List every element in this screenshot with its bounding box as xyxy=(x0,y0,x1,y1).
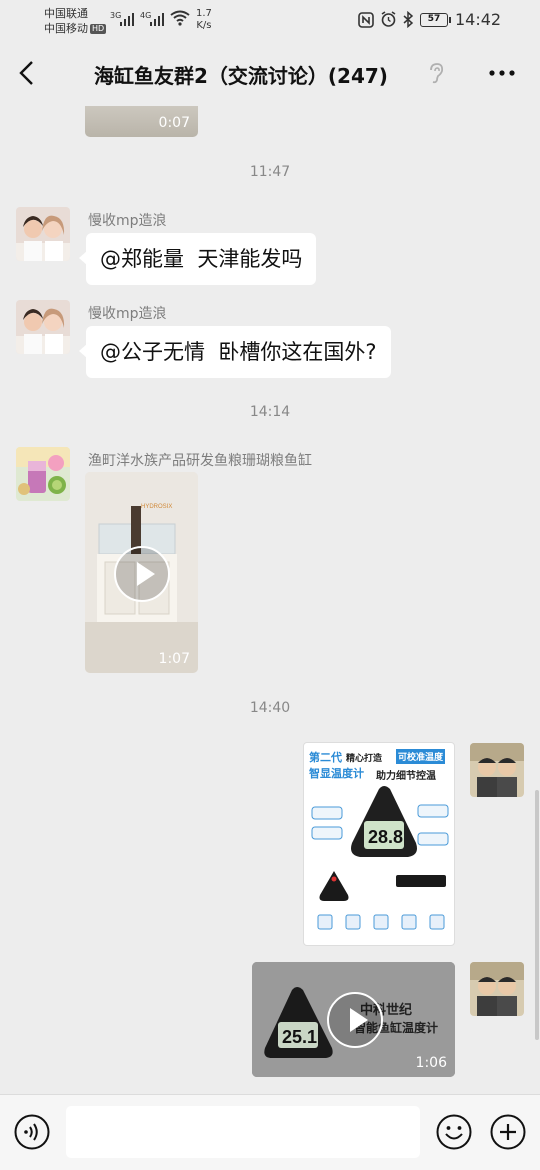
alarm-icon xyxy=(381,11,396,27)
more-dots-icon[interactable] xyxy=(484,62,520,84)
message-timestamp: 14:14 xyxy=(249,404,291,420)
poster-text: 第二代 xyxy=(309,751,342,764)
wifi-icon xyxy=(170,10,190,26)
ear-icon[interactable] xyxy=(427,62,445,84)
sender-name: 慢收mp造浪 xyxy=(88,213,167,229)
text-message[interactable]: @郑能量 天津能发吗 xyxy=(78,233,317,285)
carrier-primary: 中国联通 xyxy=(44,7,88,20)
thermometer-illustration: 28.8 xyxy=(311,786,449,930)
avatar[interactable] xyxy=(16,207,70,261)
emoji-icon[interactable] xyxy=(436,1114,472,1150)
signal-icon xyxy=(150,12,164,26)
message-list[interactable]: 0:07 11:47 慢收mp造浪 @郑能量 天津能发吗 慢收mp造浪 @公子无… xyxy=(0,106,540,1094)
nfc-icon xyxy=(358,12,374,28)
carrier-secondary: 中国移动 HD xyxy=(44,22,107,35)
status-time: 14:42 xyxy=(455,10,502,29)
poster-text: 智显温度计 xyxy=(309,767,364,780)
voice-icon[interactable] xyxy=(14,1114,50,1150)
video-duration: 1:06 xyxy=(415,1055,447,1071)
display-value: 25.1 xyxy=(282,1027,317,1047)
chat-title: 海缸鱼友群2（交流讨论）(247) xyxy=(94,64,388,88)
bluetooth-icon xyxy=(403,11,414,28)
sender-name: 慢收mp造浪 xyxy=(88,306,167,322)
input-bar xyxy=(0,1094,540,1170)
chat-header: 海缸鱼友群2（交流讨论）(247) xyxy=(0,40,540,106)
battery-indicator: 57 xyxy=(420,13,451,27)
video-duration: 1:07 xyxy=(158,651,190,667)
play-icon[interactable] xyxy=(114,546,170,602)
avatar[interactable] xyxy=(16,447,70,501)
message-timestamp: 14:40 xyxy=(249,700,291,716)
image-message[interactable]: 第二代 精心打造 可校准温度 智显温度计 助力细节控温 28.8 xyxy=(303,742,455,946)
text-message[interactable]: @公子无情 卧槽你这在国外? xyxy=(79,326,391,378)
message-timestamp: 11:47 xyxy=(249,164,291,180)
play-icon[interactable] xyxy=(327,992,383,1048)
avatar[interactable] xyxy=(470,962,524,1016)
poster-text: 精心打造 xyxy=(346,754,383,764)
signal-icon xyxy=(120,12,134,26)
plus-icon[interactable] xyxy=(490,1114,526,1150)
video-message[interactable]: HYDROSIX 1:07 xyxy=(85,472,198,673)
svg-text:HYDROSIX: HYDROSIX xyxy=(141,504,172,510)
video-message[interactable]: 25.1 中科世纪 智能鱼缸温度计 1:06 xyxy=(252,962,455,1077)
poster-text: 可校准温度 xyxy=(396,749,446,764)
display-value: 28.8 xyxy=(368,827,403,847)
poster-text: 助力细节控温 xyxy=(376,771,436,782)
scrollbar[interactable] xyxy=(535,790,539,1040)
video-message[interactable]: 0:07 xyxy=(85,106,198,137)
video-duration: 0:07 xyxy=(158,115,190,131)
net-speed: 1.7 K/s xyxy=(196,8,212,31)
message-input[interactable] xyxy=(66,1106,420,1158)
sender-name: 渔町洋水族产品研发鱼粮珊瑚粮鱼缸 xyxy=(88,453,312,469)
chevron-left-icon[interactable] xyxy=(12,58,42,88)
avatar[interactable] xyxy=(470,743,524,797)
status-bar: 中国联通 中国移动 HD 3G 4G 1.7 K/s 57 14:42 xyxy=(0,0,540,40)
avatar[interactable] xyxy=(16,300,70,354)
hd-badge: HD xyxy=(90,24,107,34)
